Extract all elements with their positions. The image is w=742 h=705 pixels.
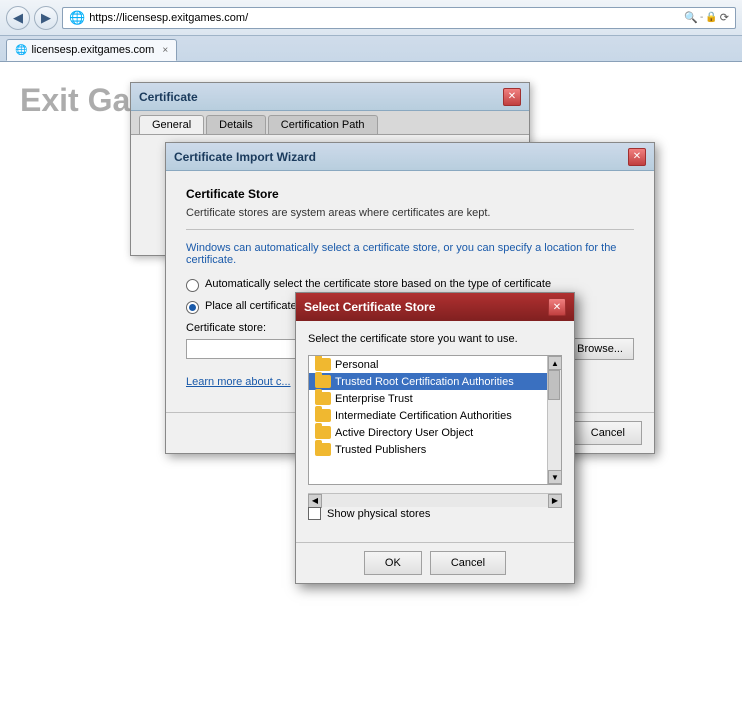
show-physical-row[interactable]: Show physical stores (308, 507, 562, 520)
horizontal-scrollbar[interactable]: ◀ ▶ (308, 493, 562, 507)
url-text: https://licensesp.exitgames.com/ (89, 12, 680, 24)
tree-item-enterprise-label: Enterprise Trust (335, 393, 413, 405)
search-magnifier-icon: 🔍 (684, 11, 698, 24)
back-button[interactable]: ◀ (6, 6, 30, 30)
tree-item-intermediate[interactable]: Intermediate Certification Authorities (309, 407, 547, 424)
tree-item-trusted-root-label: Trusted Root Certification Authorities (335, 376, 514, 388)
refresh-icon[interactable]: ⟳ (720, 11, 729, 24)
wizard-cancel-button[interactable]: Cancel (574, 421, 642, 445)
tab-favicon: 🌐 (15, 45, 27, 56)
lock-icon: 🔒 (705, 12, 717, 23)
folder-icon-active-dir (315, 426, 331, 439)
cert-dialog-tabs: General Details Certification Path (131, 111, 529, 135)
scrollbar-thumb[interactable] (548, 370, 560, 400)
folder-icon-trusted-pub (315, 443, 331, 456)
tree-item-personal[interactable]: Personal (309, 356, 547, 373)
radio-auto-btn[interactable] (186, 279, 199, 292)
wizard-title: Certificate Import Wizard (174, 150, 316, 164)
select-store-desc: Select the certificate store you want to… (308, 333, 562, 345)
tree-item-active-dir[interactable]: Active Directory User Object (309, 424, 547, 441)
scrollbar-track[interactable] (548, 370, 561, 470)
wizard-close-button[interactable]: ✕ (628, 148, 646, 166)
select-store-titlebar: Select Certificate Store ✕ (296, 293, 574, 321)
address-bar[interactable]: 🌐 https://licensesp.exitgames.com/ 🔍 - 🔒… (62, 7, 736, 29)
wizard-description: Certificate stores are system areas wher… (186, 207, 634, 230)
active-tab[interactable]: 🌐 licensesp.exitgames.com × (6, 39, 177, 61)
cert-dialog-title: Certificate (139, 90, 198, 104)
separator: - (700, 12, 703, 23)
tab-details[interactable]: Details (206, 115, 266, 134)
horiz-right-btn[interactable]: ▶ (548, 494, 562, 508)
wizard-section-title: Certificate Store (186, 187, 634, 201)
show-physical-label: Show physical stores (327, 508, 430, 520)
scrollbar-up-btn[interactable]: ▲ (548, 356, 562, 370)
select-store-content: Select the certificate store you want to… (296, 321, 574, 542)
address-actions: 🔍 - 🔒 ⟳ (684, 11, 729, 24)
tree-item-personal-label: Personal (335, 359, 378, 371)
select-store-dialog[interactable]: Select Certificate Store ✕ Select the ce… (295, 292, 575, 584)
radio-place-btn[interactable] (186, 301, 199, 314)
cert-dialog-close[interactable]: ✕ (503, 88, 521, 106)
tab-bar: 🌐 licensesp.exitgames.com × (0, 36, 742, 62)
browser-toolbar: ◀ ▶ 🌐 https://licensesp.exitgames.com/ 🔍… (0, 0, 742, 36)
cert-store-tree-list[interactable]: Personal Trusted Root Certification Auth… (309, 356, 547, 484)
browser-window: ◀ ▶ 🌐 https://licensesp.exitgames.com/ 🔍… (0, 0, 742, 705)
folder-icon-trusted-root (315, 375, 331, 388)
select-store-title: Select Certificate Store (304, 300, 435, 314)
forward-button[interactable]: ▶ (34, 6, 58, 30)
browser-content: Exit Ga... Certificate ✕ General Details… (0, 62, 742, 705)
tab-certification-path[interactable]: Certification Path (268, 115, 378, 134)
folder-icon-intermediate (315, 409, 331, 422)
horiz-left-btn[interactable]: ◀ (308, 494, 322, 508)
radio-auto-label: Automatically select the certificate sto… (205, 278, 551, 290)
select-store-footer: OK Cancel (296, 542, 574, 583)
tree-item-active-dir-label: Active Directory User Object (335, 427, 473, 439)
tab-close-button[interactable]: × (162, 45, 168, 56)
folder-icon-enterprise (315, 392, 331, 405)
tree-item-trusted-pub-label: Trusted Publishers (335, 444, 426, 456)
tab-general[interactable]: General (139, 115, 204, 134)
select-store-close-button[interactable]: ✕ (548, 298, 566, 316)
browse-button[interactable]: Browse... (566, 338, 634, 360)
tree-item-trusted-root[interactable]: Trusted Root Certification Authorities (309, 373, 547, 390)
show-physical-checkbox[interactable] (308, 507, 321, 520)
tab-title: licensesp.exitgames.com (31, 44, 154, 56)
tree-item-enterprise[interactable]: Enterprise Trust (309, 390, 547, 407)
scrollbar-down-btn[interactable]: ▼ (548, 470, 562, 484)
folder-icon-personal (315, 358, 331, 371)
tree-item-trusted-pub[interactable]: Trusted Publishers (309, 441, 547, 458)
wizard-info-text: Windows can automatically select a certi… (186, 242, 634, 266)
ok-button[interactable]: OK (364, 551, 422, 575)
tree-scrollbar[interactable]: ▲ ▼ (547, 356, 561, 484)
tree-item-intermediate-label: Intermediate Certification Authorities (335, 410, 512, 422)
cert-dialog-titlebar: Certificate ✕ (131, 83, 529, 111)
cancel-button[interactable]: Cancel (430, 551, 506, 575)
radio-auto[interactable]: Automatically select the certificate sto… (186, 278, 634, 292)
wizard-titlebar: Certificate Import Wizard ✕ (166, 143, 654, 171)
cert-store-tree-container: Personal Trusted Root Certification Auth… (308, 355, 562, 485)
learn-more-link[interactable]: Learn more about c... (186, 376, 291, 388)
ie-icon: 🌐 (69, 10, 85, 26)
